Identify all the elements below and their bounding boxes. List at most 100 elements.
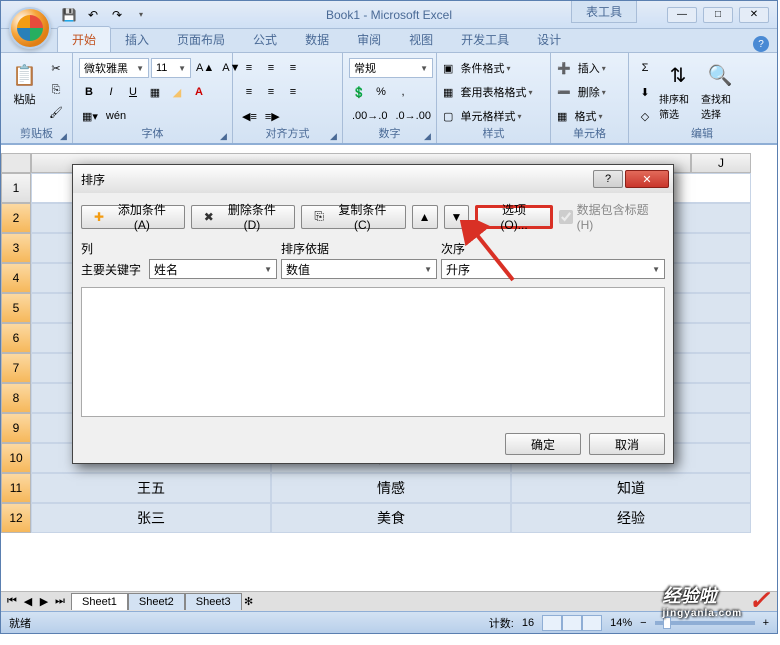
phonetic-button[interactable]: wén [103, 106, 129, 126]
undo-button[interactable]: ↶ [83, 5, 103, 25]
tab-view[interactable]: 视图 [395, 27, 447, 52]
new-sheet-button[interactable]: ✻ [242, 595, 256, 608]
table-format-button[interactable]: 套用表格格式 [460, 84, 526, 100]
find-select-button[interactable]: 🔍 查找和选择 [701, 57, 739, 121]
dialog-close-button[interactable]: ✕ [625, 170, 669, 188]
fill-button[interactable]: ⬇ [635, 82, 655, 102]
increase-decimal-button[interactable]: .00→.0 [349, 106, 390, 126]
sheet-tab-3[interactable]: Sheet3 [185, 593, 242, 610]
tab-page-layout[interactable]: 页面布局 [163, 27, 239, 52]
italic-button[interactable]: I [101, 82, 121, 102]
sheet-nav-first[interactable]: ⏮ [5, 595, 19, 608]
row-header-3[interactable]: 3 [1, 233, 31, 263]
sort-order-select[interactable]: 升序▼ [441, 259, 665, 279]
row-header-1[interactable]: 1 [1, 173, 31, 203]
font-name-combo[interactable]: 微软雅黑▼ [79, 58, 149, 78]
close-button[interactable]: ✕ [739, 7, 769, 23]
number-format-combo[interactable]: 常规▼ [349, 58, 433, 78]
copy-button[interactable]: ⎘ [46, 80, 66, 100]
col-header-j[interactable]: J [691, 153, 751, 173]
grow-font-button[interactable]: A▲ [193, 58, 217, 78]
currency-button[interactable]: 💲 [349, 82, 369, 102]
options-button[interactable]: 选项(O)... [475, 205, 552, 229]
align-left-button[interactable]: ≡ [239, 82, 259, 102]
office-button[interactable] [9, 7, 51, 49]
minimize-button[interactable]: — [667, 7, 697, 23]
format-painter-button[interactable]: 🖌 [46, 102, 66, 122]
sheet-tab-1[interactable]: Sheet1 [71, 593, 128, 610]
tab-developer[interactable]: 开发工具 [447, 27, 523, 52]
row-header-10[interactable]: 10 [1, 443, 31, 473]
cell-styles-button[interactable]: 单元格样式 [460, 108, 515, 124]
increase-indent-button[interactable]: ≡▶ [262, 106, 283, 126]
clear-button[interactable]: ◇ [635, 106, 655, 126]
cut-button[interactable]: ✂ [46, 58, 66, 78]
tab-design[interactable]: 设计 [523, 27, 575, 52]
row-header-12[interactable]: 12 [1, 503, 31, 533]
decrease-indent-button[interactable]: ◀≡ [239, 106, 260, 126]
delete-condition-button[interactable]: ✖删除条件(D) [191, 205, 295, 229]
has-header-checkbox[interactable]: 数据包含标题(H) [559, 201, 665, 232]
tab-formulas[interactable]: 公式 [239, 27, 291, 52]
tab-home[interactable]: 开始 [57, 26, 111, 52]
bold-button[interactable]: B [79, 82, 99, 102]
insert-cells-button[interactable]: 插入 [578, 60, 600, 76]
zoom-slider[interactable] [655, 621, 755, 625]
help-button[interactable]: ? [753, 36, 769, 52]
dialog-help-button[interactable]: ? [593, 170, 623, 188]
tab-data[interactable]: 数据 [291, 27, 343, 52]
sheet-nav-next[interactable]: ▶ [37, 595, 51, 608]
copy-condition-button[interactable]: ⎘复制条件(C) [301, 205, 405, 229]
delete-cells-button[interactable]: 删除 [578, 84, 600, 100]
sort-column-select[interactable]: 姓名▼ [149, 259, 277, 279]
font-launcher[interactable]: ◢ [220, 131, 230, 141]
cell-a11[interactable]: 王五 [31, 473, 271, 503]
cancel-button[interactable]: 取消 [589, 433, 665, 455]
cell-c11[interactable]: 知道 [511, 473, 751, 503]
ok-button[interactable]: 确定 [505, 433, 581, 455]
row-header-4[interactable]: 4 [1, 263, 31, 293]
sheet-tab-2[interactable]: Sheet2 [128, 593, 185, 610]
row-header-8[interactable]: 8 [1, 383, 31, 413]
sort-filter-button[interactable]: ⇅ 排序和筛选 [659, 57, 697, 121]
paste-button[interactable]: 📋 粘贴 [7, 57, 42, 107]
align-top-button[interactable]: ≡ [239, 58, 259, 78]
add-condition-button[interactable]: ✚添加条件(A) [81, 205, 185, 229]
tab-insert[interactable]: 插入 [111, 27, 163, 52]
save-button[interactable]: 💾 [59, 5, 79, 25]
move-down-button[interactable]: ▼ [444, 205, 470, 229]
align-middle-button[interactable]: ≡ [261, 58, 281, 78]
border-button[interactable]: ▦ [145, 82, 165, 102]
sheet-nav-prev[interactable]: ◀ [21, 595, 35, 608]
align-bottom-button[interactable]: ≡ [283, 58, 303, 78]
row-header-7[interactable]: 7 [1, 353, 31, 383]
font-color-button[interactable]: A [189, 82, 209, 102]
has-header-checkbox-input[interactable] [559, 210, 573, 224]
border-dropdown[interactable]: ▦▾ [79, 106, 101, 126]
maximize-button[interactable]: □ [703, 7, 733, 23]
row-header-5[interactable]: 5 [1, 293, 31, 323]
cell-b12[interactable]: 美食 [271, 503, 511, 533]
row-header-2[interactable]: 2 [1, 203, 31, 233]
percent-button[interactable]: % [371, 82, 391, 102]
row-header-11[interactable]: 11 [1, 473, 31, 503]
font-size-combo[interactable]: 11▼ [151, 58, 191, 78]
tab-review[interactable]: 审阅 [343, 27, 395, 52]
comma-button[interactable]: , [393, 82, 413, 102]
decrease-decimal-button[interactable]: .0→.00 [392, 106, 433, 126]
align-right-button[interactable]: ≡ [283, 82, 303, 102]
redo-button[interactable]: ↷ [107, 5, 127, 25]
qat-more-button[interactable]: ▾ [131, 5, 151, 25]
zoom-out-button[interactable]: − [640, 617, 646, 629]
cell-b11[interactable]: 情感 [271, 473, 511, 503]
fill-color-button[interactable]: ◢ [167, 82, 187, 102]
view-pagebreak-button[interactable] [582, 615, 602, 631]
view-normal-button[interactable] [542, 615, 562, 631]
select-all-corner[interactable] [1, 153, 31, 173]
cell-c12[interactable]: 经验 [511, 503, 751, 533]
align-center-button[interactable]: ≡ [261, 82, 281, 102]
autosum-button[interactable]: Σ [635, 58, 655, 78]
sheet-nav-last[interactable]: ⏭ [53, 595, 67, 608]
number-launcher[interactable]: ◢ [424, 131, 434, 141]
row-header-6[interactable]: 6 [1, 323, 31, 353]
